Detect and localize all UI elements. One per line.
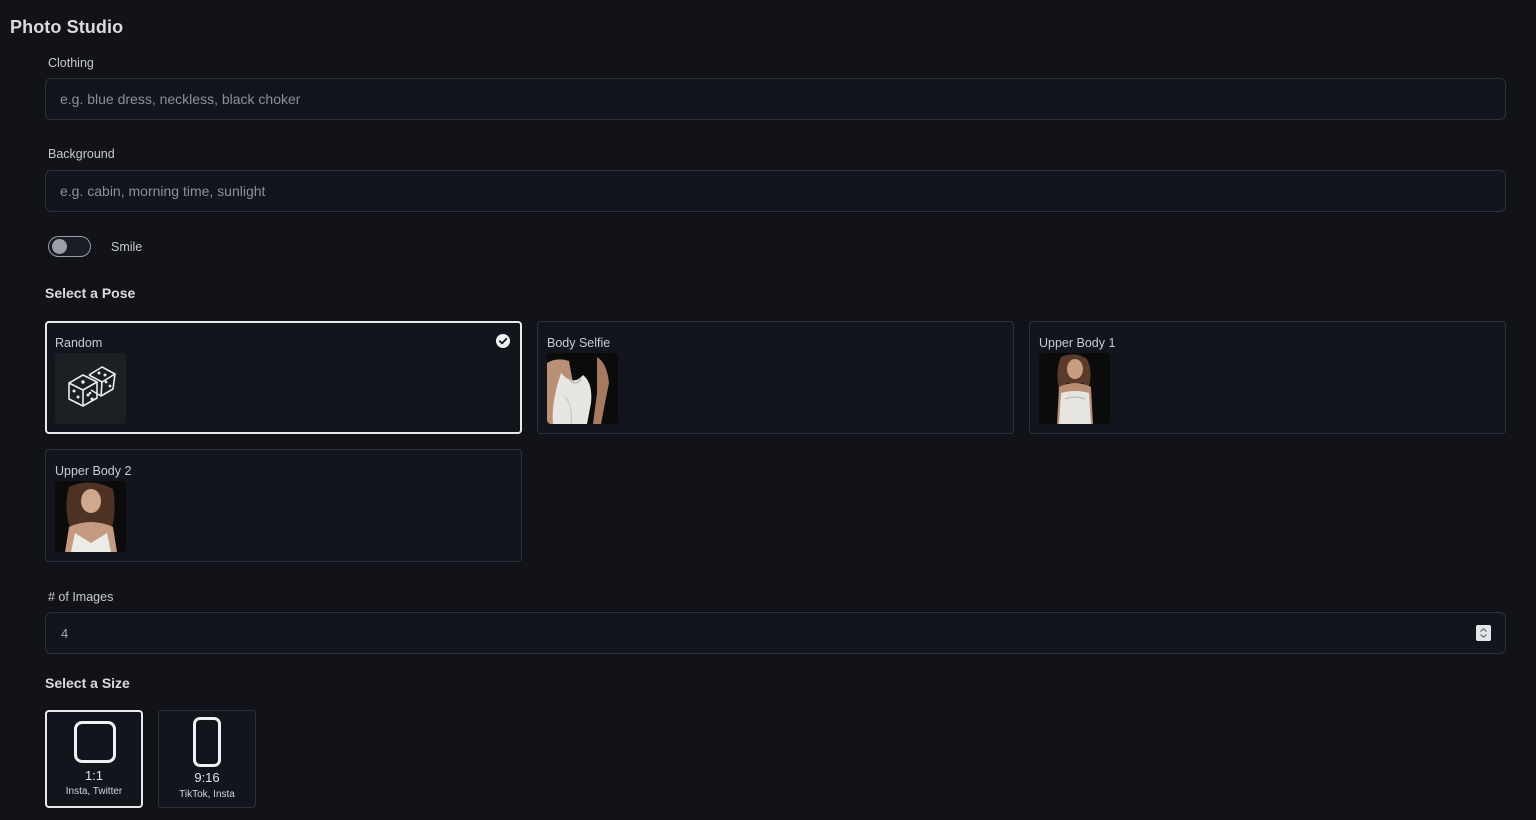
size-description: Insta, Twitter: [65, 786, 123, 797]
toggle-knob: [52, 239, 67, 254]
size-option-1-1[interactable]: 1:1 Insta, Twitter: [45, 710, 143, 808]
pose-option-label: Body Selfie: [547, 336, 611, 350]
dice-icon: [55, 353, 126, 424]
images-label: # of Images: [48, 590, 114, 604]
upper-body-2-thumbnail: [55, 481, 126, 552]
pose-heading: Select a Pose: [45, 285, 136, 301]
smile-label: Smile: [111, 240, 143, 254]
square-icon: [74, 721, 116, 763]
body-selfie-thumbnail: [547, 353, 618, 424]
smile-toggle[interactable]: [48, 236, 91, 257]
size-heading: Select a Size: [45, 675, 130, 691]
images-count-input[interactable]: 4: [45, 612, 1506, 654]
pose-option-label: Upper Body 1: [1039, 336, 1116, 350]
pose-thumbnail: [55, 353, 126, 424]
pose-option-body-selfie[interactable]: Body Selfie: [537, 321, 1014, 434]
pose-option-upper-body-1[interactable]: Upper Body 1: [1029, 321, 1506, 434]
clothing-input[interactable]: [45, 78, 1506, 120]
portrait-phone-icon: [193, 717, 221, 767]
pose-option-random[interactable]: Random: [45, 321, 522, 434]
check-circle-icon: [496, 334, 510, 348]
background-label: Background: [48, 147, 115, 161]
background-input[interactable]: [45, 170, 1506, 212]
images-count-value: 4: [61, 626, 69, 641]
clothing-label: Clothing: [48, 56, 94, 70]
spinner-arrows-icon[interactable]: [1476, 625, 1491, 641]
size-ratio: 1:1: [84, 768, 104, 783]
upper-body-1-thumbnail: [1039, 353, 1110, 424]
pose-option-label: Upper Body 2: [55, 464, 132, 478]
pose-option-upper-body-2[interactable]: Upper Body 2: [45, 449, 522, 562]
page-title: Photo Studio: [10, 17, 124, 37]
size-description: TikTok, Insta: [179, 789, 235, 800]
photo-studio-page: Photo Studio Clothing Background Smile S…: [0, 0, 1536, 820]
size-ratio: 9:16: [194, 770, 220, 785]
size-option-9-16[interactable]: 9:16 TikTok, Insta: [158, 710, 256, 808]
pose-option-label: Random: [55, 336, 103, 350]
